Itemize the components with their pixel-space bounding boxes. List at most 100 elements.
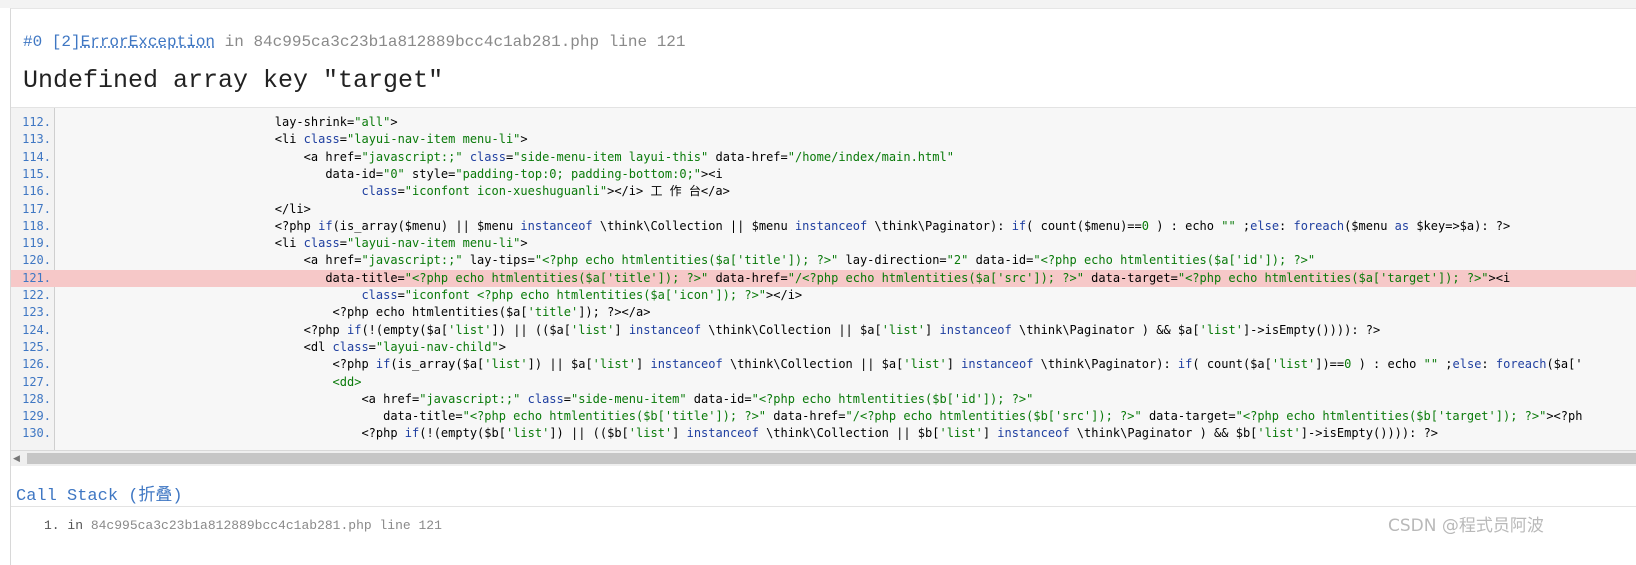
code-token: instanceof bbox=[794, 218, 868, 233]
line-number: 122. bbox=[22, 288, 51, 302]
code-token: ]) || (($a[ bbox=[491, 322, 571, 337]
call-stack-toggle[interactable]: Call Stack (折叠) bbox=[16, 480, 183, 506]
code-text: <?php if(!(empty($b['list']) || (($b['li… bbox=[58, 425, 1438, 442]
code-token: > bbox=[520, 236, 528, 251]
code-token: ] bbox=[925, 322, 940, 337]
code-text: <a href="javascript:;" class="side-menu-… bbox=[58, 391, 1033, 408]
code-token: 'title' bbox=[527, 305, 579, 320]
code-text: class="iconfont <?php echo htmlentities(… bbox=[58, 287, 802, 304]
code-token: : bbox=[1481, 357, 1496, 372]
code-token: lay-direction= bbox=[838, 253, 947, 268]
source-code-viewer[interactable]: 112. lay-shrink="all"> 113. <li class="la… bbox=[11, 108, 1636, 450]
code-token: ] bbox=[946, 357, 962, 372]
code-token: ></i> bbox=[766, 288, 803, 302]
code-token: ><?ph bbox=[1546, 409, 1583, 424]
code-token: \think\Collection || $b[ bbox=[758, 426, 940, 441]
code-token: ] bbox=[982, 426, 998, 441]
code-token: lay-tips= bbox=[462, 253, 535, 268]
code-token: ]); ?></a> bbox=[578, 305, 651, 320]
code-token: ) : echo bbox=[1351, 357, 1424, 372]
code-line: 113. <li class="layui-nav-item menu-li"> bbox=[11, 131, 1636, 148]
code-token: "side-menu-item layui-this" bbox=[513, 149, 709, 164]
code-token: "<?php echo htmlentities($b['target']); … bbox=[1235, 409, 1547, 424]
code-token: class bbox=[303, 132, 340, 147]
error-location: #0 [2]ErrorException in 84c995ca3c23b1a8… bbox=[23, 33, 686, 51]
code-line: 123. <?php echo htmlentities($a['title']… bbox=[11, 304, 1636, 321]
line-number: 120. bbox=[22, 253, 51, 268]
scroll-left-arrow-icon[interactable]: ◀ bbox=[13, 451, 20, 466]
code-token: (is_array($menu) || $menu bbox=[332, 218, 521, 233]
line-number: 112. bbox=[22, 115, 51, 129]
code-token: ] bbox=[614, 322, 629, 337]
code-token: 'list' bbox=[592, 357, 637, 372]
code-token: data-target= bbox=[1141, 409, 1236, 424]
code-token: > bbox=[498, 339, 506, 354]
code-token: foreach bbox=[1293, 218, 1345, 233]
code-token: ; bbox=[1235, 218, 1251, 233]
error-prefix: #0 [2] bbox=[23, 33, 81, 51]
code-line: 117. </li> bbox=[11, 201, 1636, 218]
exception-card: #0 [2]ErrorException in 84c995ca3c23b1a8… bbox=[10, 8, 1636, 565]
code-token: if bbox=[375, 357, 391, 372]
code-token: (is_array($a[ bbox=[390, 357, 485, 372]
code-text: data-title="<?php echo htmlentities($b['… bbox=[58, 408, 1582, 425]
code-token: <li bbox=[274, 236, 304, 251]
code-token: ] bbox=[672, 426, 687, 441]
code-token: lay-shrink= bbox=[274, 115, 355, 129]
code-token: style= bbox=[404, 166, 456, 181]
code-token: data-id= bbox=[968, 253, 1034, 268]
code-token: ><i bbox=[701, 166, 723, 181]
scrollbar-thumb[interactable] bbox=[27, 453, 1636, 464]
line-number: 130. bbox=[22, 426, 51, 441]
code-token: instanceof bbox=[520, 218, 593, 233]
exception-class-link[interactable]: ErrorException bbox=[81, 33, 215, 51]
code-token: \think\Collection || $a[ bbox=[701, 322, 882, 337]
code-token: as bbox=[1394, 218, 1410, 233]
code-token: "/home/index/main.html" bbox=[787, 149, 954, 164]
code-text: data-id="0" style="padding-top:0; paddin… bbox=[58, 166, 723, 183]
code-token: <a href= bbox=[361, 391, 420, 406]
code-text: lay-shrink="all"> bbox=[58, 114, 398, 131]
horizontal-scrollbar[interactable]: ◀ bbox=[11, 450, 1636, 466]
code-token: <?php bbox=[361, 426, 405, 441]
code-token: ])== bbox=[1315, 357, 1345, 372]
code-token: instanceof bbox=[997, 426, 1070, 441]
code-token: class bbox=[361, 184, 398, 199]
code-token: (!(empty($a[ bbox=[361, 322, 449, 337]
code-token: ]) || $a[ bbox=[527, 357, 593, 372]
code-token: <?php bbox=[303, 322, 347, 337]
watermark: CSDN @程式员阿波 bbox=[1388, 516, 1544, 536]
code-token: = bbox=[397, 184, 405, 199]
code-token: ( count($a[ bbox=[1192, 357, 1272, 372]
code-token: "javascript:;" bbox=[361, 149, 463, 164]
code-token: 'list' bbox=[939, 426, 983, 441]
code-token: else bbox=[1452, 357, 1482, 372]
code-token: "iconfont <?php echo htmlentities($a['ic… bbox=[404, 288, 767, 302]
code-token: "0" bbox=[383, 166, 405, 181]
code-token: instanceof bbox=[650, 357, 723, 372]
code-token: ]->isEmpty()))): ?> bbox=[1242, 322, 1381, 337]
code-token: = bbox=[339, 236, 348, 251]
code-token: 'list' bbox=[628, 426, 673, 441]
code-token: if bbox=[404, 426, 420, 441]
code-line: 116. class="iconfont icon-xueshuguanli">… bbox=[11, 183, 1636, 200]
code-token: \think\Paginator ) && $a[ bbox=[1011, 322, 1200, 337]
code-text: <a href="javascript:;" class="side-menu-… bbox=[58, 149, 954, 166]
code-line: 127. <dd> bbox=[11, 374, 1636, 391]
code-token: ><i bbox=[1488, 270, 1511, 285]
code-token: \think\Collection || $a[ bbox=[722, 357, 904, 372]
code-token: if bbox=[318, 218, 333, 233]
code-token: "padding-top:0; padding-bottom:0;" bbox=[455, 166, 702, 181]
code-token: = bbox=[368, 339, 376, 354]
code-token: 0 bbox=[1141, 218, 1149, 233]
line-number: 125. bbox=[22, 339, 51, 354]
call-stack-prefix: in bbox=[67, 518, 91, 533]
code-line: 125. <dl class="layui-nav-child"> bbox=[11, 339, 1636, 356]
code-text: <a href="javascript:;" lay-tips="<?php e… bbox=[58, 252, 1316, 269]
call-stack-line: line 121 bbox=[371, 518, 442, 533]
code-line: 121. data-title="<?php echo htmlentities… bbox=[11, 269, 1636, 287]
code-token: "layui-nav-item menu-li" bbox=[347, 132, 521, 147]
code-token: "layui-nav-item menu-li" bbox=[347, 236, 521, 251]
code-token: ]) || (($b[ bbox=[549, 426, 629, 441]
